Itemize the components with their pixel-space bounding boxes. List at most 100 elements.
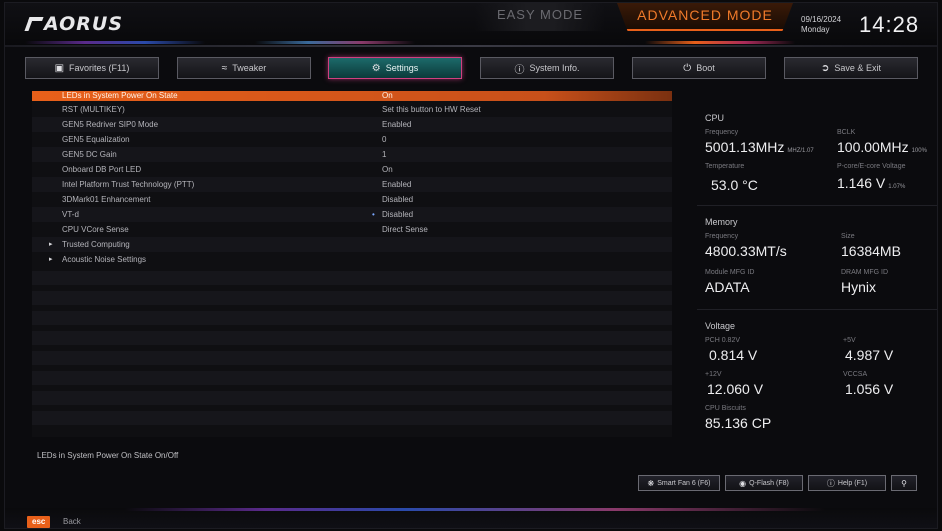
search-button[interactable]: ⚲: [891, 475, 917, 491]
date-display: 09/16/2024 Monday: [801, 15, 841, 35]
footer-accent-stripe: [125, 508, 825, 511]
panel-divider: [697, 309, 937, 310]
plus12v-value: 12.060 V: [707, 381, 764, 397]
submenu-arrow-icon: ▸: [49, 256, 53, 263]
setting-row-intel-ptt[interactable]: Intel Platform Trust Technology (PTT) En…: [32, 177, 672, 192]
temperature-label: Temperature: [705, 163, 745, 170]
aorus-eagle-icon: [24, 17, 44, 31]
clock-time: 14:28: [859, 12, 920, 37]
date-text: 09/16/2024: [801, 15, 842, 24]
submenu-trusted-computing[interactable]: ▸ Trusted Computing: [32, 237, 672, 252]
setting-row-onboard-db-port-led[interactable]: Onboard DB Port LED On: [32, 162, 672, 177]
setting-row-cpu-vcore-sense[interactable]: CPU VCore Sense Direct Sense: [32, 222, 672, 237]
mem-freq-label: Frequency: [705, 233, 739, 240]
setting-value[interactable]: On: [382, 162, 393, 177]
setting-row-gen5-redriver[interactable]: GEN5 Redriver SIP0 Mode Enabled: [32, 117, 672, 132]
tab-label: System Info.: [529, 63, 580, 73]
setting-value[interactable]: Enabled: [382, 177, 411, 192]
cpu-freq-label: Frequency: [705, 129, 739, 136]
empty-row: [32, 311, 672, 325]
help-button[interactable]: ⓘ Help (F1): [808, 475, 886, 491]
easy-mode-tab[interactable]: EASY MODE: [475, 3, 605, 31]
pch-voltage-label: PCH 0.82V: [705, 337, 741, 344]
advanced-mode-tab[interactable]: ADVANCED MODE: [617, 3, 793, 31]
header-bar: AORUS EASY MODE ADVANCED MODE 09/16/2024…: [5, 3, 937, 47]
bclk-value: 100.00MHz 100%: [837, 139, 927, 155]
plus12v-label: +12V: [705, 371, 722, 378]
tab-label: Save & Exit: [834, 63, 881, 73]
star-folder-icon: ▣: [54, 62, 65, 74]
setting-value[interactable]: 0: [382, 132, 386, 147]
flash-icon: ◉: [739, 478, 747, 488]
mem-size-value: 16384MB: [841, 243, 901, 259]
tab-settings[interactable]: ⚙ Settings: [328, 57, 462, 79]
pch-voltage-value: 0.814 V: [709, 347, 758, 363]
button-label: Help (F1): [837, 479, 868, 487]
tweaker-icon: ≈: [221, 62, 228, 74]
tab-save-exit[interactable]: ➲ Save & Exit: [784, 57, 918, 79]
submenu-acoustic-noise[interactable]: ▸ Acoustic Noise Settings: [32, 252, 672, 267]
setting-name: GEN5 Redriver SIP0 Mode: [62, 120, 159, 129]
setting-row-gen5-equalization[interactable]: GEN5 Equalization 0: [32, 132, 672, 147]
tab-label: Favorites (F11): [69, 63, 130, 73]
setting-name: VT-d: [62, 210, 79, 219]
plus5v-value: 4.987 V: [845, 347, 894, 363]
core-voltage: 1.146 V: [837, 175, 886, 191]
setting-value[interactable]: 1: [382, 147, 386, 162]
setting-name: Acoustic Noise Settings: [62, 255, 147, 264]
setting-row-rst-multikey[interactable]: RST (MULTIKEY) Set this button to HW Res…: [32, 102, 672, 117]
setting-value[interactable]: Set this button to HW Reset: [382, 102, 481, 117]
esc-key-badge[interactable]: esc: [27, 516, 51, 528]
tab-label: Boot: [696, 63, 715, 73]
tab-boot[interactable]: ⏻ Boot: [632, 57, 766, 79]
changed-marker: •: [372, 210, 375, 219]
back-label[interactable]: Back: [63, 516, 81, 528]
empty-row: [32, 291, 672, 305]
info-icon: ⓘ: [514, 64, 525, 76]
cpu-section-title: CPU: [705, 113, 725, 123]
cpu-bench-label: CPU Biscuits: [705, 405, 746, 412]
setting-value[interactable]: On: [382, 91, 393, 101]
day-text: Monday: [801, 25, 830, 34]
tab-tweaker[interactable]: ≈ Tweaker: [177, 57, 311, 79]
setting-name: Trusted Computing: [62, 240, 130, 249]
tab-system-info[interactable]: ⓘ System Info.: [480, 57, 614, 79]
exit-arrow-icon: ➲: [821, 62, 830, 74]
setting-value[interactable]: Disabled: [382, 207, 413, 222]
dram-mfg-label: DRAM MFG ID: [841, 269, 889, 276]
setting-row-gen5-dc-gain[interactable]: GEN5 DC Gain 1: [32, 147, 672, 162]
button-label: Smart Fan 6 (F6): [657, 479, 711, 487]
vccsa-value: 1.056 V: [845, 381, 894, 397]
setting-name: LEDs in System Power On State: [62, 91, 178, 100]
vccsa-label: VCCSA: [843, 371, 868, 378]
core-voltage-value: 1.146 V 1.07%: [837, 175, 905, 191]
smart-fan-button[interactable]: ❋ Smart Fan 6 (F6): [638, 475, 720, 491]
bclk-label: BCLK: [837, 129, 856, 136]
setting-row-leds-power-on[interactable]: LEDs in System Power On State On: [32, 91, 672, 101]
setting-value[interactable]: Direct Sense: [382, 222, 428, 237]
brand-logo: AORUS: [24, 13, 124, 35]
setting-value[interactable]: Disabled: [382, 192, 413, 207]
tab-favorites[interactable]: ▣ Favorites (F11): [25, 57, 159, 79]
empty-row: [32, 411, 672, 425]
q-flash-button[interactable]: ◉ Q-Flash (F8): [725, 475, 803, 491]
empty-row: [32, 331, 672, 345]
help-description: LEDs in System Power On State On/Off: [37, 451, 179, 460]
setting-name: GEN5 Equalization: [62, 135, 130, 144]
setting-row-3dmark01[interactable]: 3DMark01 Enhancement Disabled: [32, 192, 672, 207]
logo-text: AORUS: [44, 13, 124, 35]
bios-window: AORUS EASY MODE ADVANCED MODE 09/16/2024…: [4, 2, 938, 529]
empty-row: [32, 351, 672, 365]
tab-label: Tweaker: [232, 63, 267, 73]
empty-row: [32, 371, 672, 385]
cpu-freq-unit: MHZ/1.07: [787, 148, 814, 154]
empty-row: [32, 391, 672, 405]
plus5v-label: +5V: [843, 337, 856, 344]
setting-row-vt-d[interactable]: VT-d • Disabled: [32, 207, 672, 222]
bclk: 100.00MHz: [837, 139, 909, 155]
mem-freq-value: 4800.33MT/s: [705, 243, 787, 259]
system-status-panel: CPU Frequency 5001.13MHz MHZ/1.07 BCLK 10…: [697, 105, 937, 445]
setting-name: Intel Platform Trust Technology (PTT): [62, 180, 195, 189]
setting-value[interactable]: Enabled: [382, 117, 411, 132]
panel-divider: [697, 205, 937, 206]
